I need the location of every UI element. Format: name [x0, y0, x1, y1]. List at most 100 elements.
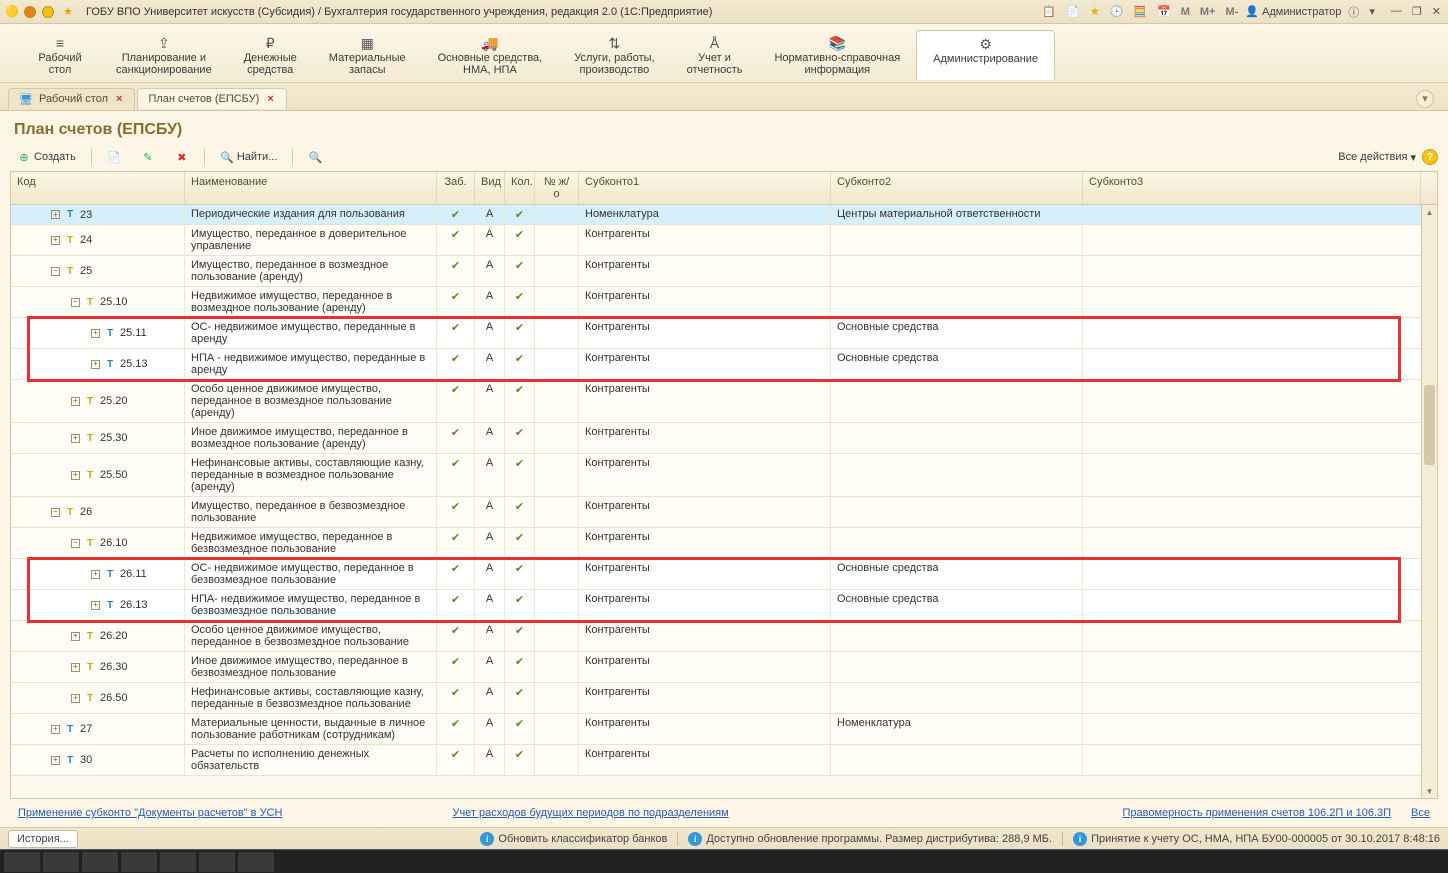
link-usn[interactable]: Применение субконто "Документы расчетов"…: [18, 807, 282, 819]
table-row[interactable]: +T25.50Нефинансовые активы, составляющие…: [11, 454, 1437, 497]
table-row[interactable]: +T25.11ОС- недвижимое имущество, передан…: [11, 318, 1437, 349]
tree-expand-icon[interactable]: +: [91, 329, 100, 338]
tree-expand-icon[interactable]: −: [51, 508, 60, 517]
history-button[interactable]: История...: [8, 830, 78, 848]
tree-expand-icon[interactable]: +: [71, 471, 80, 480]
favorite-icon[interactable]: ★: [60, 4, 76, 20]
table-row[interactable]: −T25.10Недвижимое имущество, переданное …: [11, 287, 1437, 318]
tree-expand-icon[interactable]: +: [51, 725, 60, 734]
toolbar-item-7[interactable]: 📚Нормативно-справочнаяинформация: [758, 30, 916, 80]
table-row[interactable]: +T26.11ОС- недвижимое имущество, передан…: [11, 559, 1437, 590]
tab-overflow[interactable]: ▾: [1416, 90, 1434, 108]
table-row[interactable]: +T26.13НПА- недвижимое имущество, переда…: [11, 590, 1437, 621]
col-vid[interactable]: Вид: [475, 172, 505, 204]
toolbar-item-5[interactable]: ⇅Услуги, работы,производство: [558, 30, 670, 80]
table-row[interactable]: +T26.30Иное движимое имущество, переданн…: [11, 652, 1437, 683]
tree-expand-icon[interactable]: +: [71, 397, 80, 406]
col-kol[interactable]: Кол.: [505, 172, 535, 204]
tree-expand-icon[interactable]: +: [91, 360, 100, 369]
task-item[interactable]: [121, 852, 157, 872]
table-row[interactable]: −T26Имущество, переданное в безвозмездно…: [11, 497, 1437, 528]
col-zab[interactable]: Заб.: [437, 172, 475, 204]
toolbar-item-8[interactable]: ⚙Администрирование: [916, 30, 1055, 80]
col-name[interactable]: Наименование: [185, 172, 437, 204]
clear-find-button[interactable]: 🔍: [301, 147, 329, 167]
tree-expand-icon[interactable]: −: [51, 267, 60, 276]
task-item[interactable]: [160, 852, 196, 872]
status-update[interactable]: iДоступно обновление программы. Размер д…: [688, 832, 1052, 846]
tab-plan[interactable]: План счетов (ЕПСБУ) ×: [137, 88, 286, 109]
tree-expand-icon[interactable]: +: [71, 434, 80, 443]
maximize-icon[interactable]: ❐: [1409, 4, 1425, 19]
tb-icon-2[interactable]: 📄: [1063, 4, 1083, 19]
toolbar-item-4[interactable]: 🚚Основные средства,НМА, НПА: [422, 30, 559, 80]
tab-desktop[interactable]: 🖥 Рабочий стол ×: [8, 88, 135, 110]
table-row[interactable]: +T30Расчеты по исполнению денежных обяза…: [11, 745, 1437, 776]
close-icon[interactable]: ✕: [1429, 4, 1444, 19]
minimize-icon[interactable]: —: [1388, 4, 1405, 19]
tab-plan-close[interactable]: ×: [265, 93, 275, 105]
table-row[interactable]: −T26.10Недвижимое имущество, переданное …: [11, 528, 1437, 559]
tree-expand-icon[interactable]: +: [71, 694, 80, 703]
user-label[interactable]: 👤 Администратор: [1245, 5, 1341, 18]
tb-icon-star[interactable]: ★: [1087, 4, 1103, 19]
task-item[interactable]: [4, 852, 40, 872]
all-actions-button[interactable]: Все действия ▾: [1338, 151, 1416, 164]
tree-expand-icon[interactable]: +: [91, 570, 100, 579]
table-row[interactable]: +T25.13НПА - недвижимое имущество, перед…: [11, 349, 1437, 380]
info-icon[interactable]: ⓘ: [1345, 3, 1362, 21]
scroll-up-icon[interactable]: ▲: [1422, 205, 1437, 219]
tb-m-plus[interactable]: M+: [1197, 5, 1219, 19]
tree-expand-icon[interactable]: +: [51, 236, 60, 245]
toolbar-item-6[interactable]: ÅУчет иотчетность: [671, 30, 759, 80]
tree-expand-icon[interactable]: +: [71, 632, 80, 641]
edit-button[interactable]: ✎: [134, 147, 162, 167]
task-item[interactable]: [238, 852, 274, 872]
copy-button[interactable]: 📄: [100, 147, 128, 167]
grid-body[interactable]: +T23Периодические издания для пользовани…: [11, 205, 1437, 798]
create-button[interactable]: ⊕ Создать: [10, 147, 83, 167]
tree-expand-icon[interactable]: +: [51, 756, 60, 765]
col-sub2[interactable]: Субконто2: [831, 172, 1083, 204]
table-row[interactable]: +T25.30Иное движимое имущество, переданн…: [11, 423, 1437, 454]
toolbar-item-1[interactable]: ⇪Планирование исанкционирование: [100, 30, 228, 80]
table-row[interactable]: −T25Имущество, переданное в возмездное п…: [11, 256, 1437, 287]
col-sub1[interactable]: Субконто1: [579, 172, 831, 204]
table-row[interactable]: +T24Имущество, переданное в доверительно…: [11, 225, 1437, 256]
tb-m-minus[interactable]: M-: [1222, 5, 1241, 19]
tree-expand-icon[interactable]: +: [51, 210, 60, 219]
tb-m[interactable]: M: [1178, 5, 1193, 19]
status-banks[interactable]: iОбновить классификатор банков: [480, 832, 667, 846]
col-code[interactable]: Код: [11, 172, 185, 204]
tb-icon-clock[interactable]: 🕒: [1107, 4, 1127, 19]
link-all[interactable]: Все: [1411, 807, 1430, 819]
nav-back-icon[interactable]: [24, 6, 36, 18]
col-zho[interactable]: № ж/о: [535, 172, 579, 204]
tb-icon-1[interactable]: 📋: [1039, 4, 1059, 19]
task-item[interactable]: [82, 852, 118, 872]
toolbar-item-0[interactable]: ≡Рабочийстол: [20, 30, 100, 80]
toolbar-item-2[interactable]: ₽Денежныесредства: [228, 30, 313, 80]
task-item[interactable]: [43, 852, 79, 872]
tree-expand-icon[interactable]: −: [71, 539, 80, 548]
find-button[interactable]: 🔍 Найти...: [213, 147, 285, 167]
tree-expand-icon[interactable]: −: [71, 298, 80, 307]
task-item[interactable]: [199, 852, 235, 872]
col-sub3[interactable]: Субконто3: [1083, 172, 1421, 204]
tree-expand-icon[interactable]: +: [71, 663, 80, 672]
link-rbp[interactable]: Учет расходов будущих периодов по подраз…: [452, 807, 728, 819]
toolbar-item-3[interactable]: ▦Материальныезапасы: [313, 30, 422, 80]
dropdown-icon[interactable]: ▾: [1366, 4, 1378, 19]
table-row[interactable]: +T26.20Особо ценное движимое имущество, …: [11, 621, 1437, 652]
tab-desktop-close[interactable]: ×: [114, 93, 124, 105]
table-row[interactable]: +T26.50Нефинансовые активы, составляющие…: [11, 683, 1437, 714]
link-106[interactable]: Правомерность применения счетов 106.2П и…: [1122, 807, 1391, 819]
table-row[interactable]: +T27Материальные ценности, выданные в ли…: [11, 714, 1437, 745]
tb-icon-calc[interactable]: 🧮: [1130, 4, 1150, 19]
tb-icon-cal[interactable]: 📅: [1154, 4, 1174, 19]
delete-button[interactable]: ✖: [168, 147, 196, 167]
status-doc[interactable]: iПринятие к учету ОС, НМА, НПА БУ00-0000…: [1073, 832, 1440, 846]
scroll-thumb[interactable]: [1424, 385, 1435, 465]
tree-expand-icon[interactable]: +: [91, 601, 100, 610]
help-icon[interactable]: ?: [1422, 149, 1438, 165]
